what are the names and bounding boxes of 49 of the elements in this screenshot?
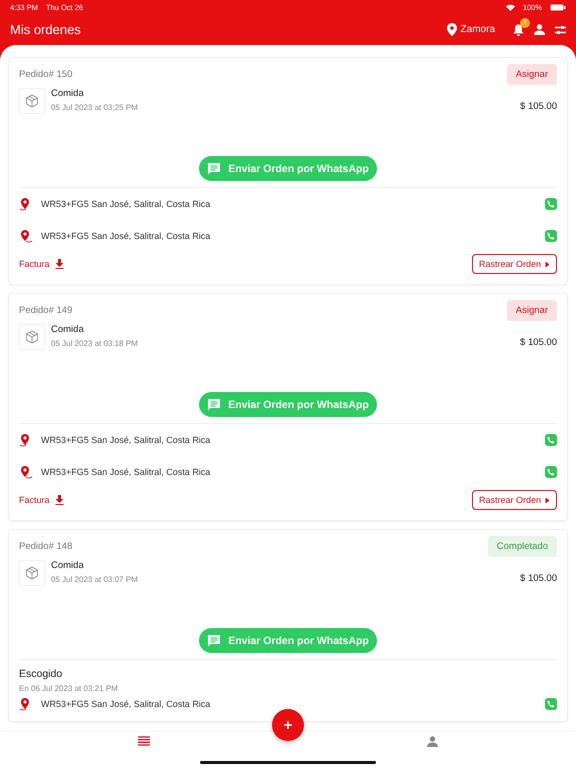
download-icon bbox=[54, 495, 64, 505]
item-name: Comida bbox=[51, 324, 85, 335]
user-icon[interactable] bbox=[534, 24, 545, 35]
address-text: WR53+FG5 San José, Salitral, Costa Rica bbox=[41, 699, 212, 709]
order-price: $ 105.00 bbox=[520, 573, 557, 584]
plus-icon bbox=[283, 720, 293, 730]
battery-icon bbox=[550, 4, 566, 10]
status-badge[interactable]: Asignar bbox=[506, 300, 557, 321]
wifi-icon bbox=[506, 4, 515, 10]
chat-icon bbox=[207, 162, 222, 175]
address-text: WR53+FG5 San José, Salitral, Costa Rica bbox=[41, 199, 212, 209]
location-label[interactable]: Zamora bbox=[460, 24, 495, 35]
track-order-button[interactable]: Rastrear Orden bbox=[472, 254, 557, 274]
page-title: Mis ordenes bbox=[10, 22, 82, 37]
package-icon bbox=[19, 88, 45, 114]
item-name: Comida bbox=[51, 560, 85, 571]
order-number: Pedido# 148 bbox=[19, 541, 72, 552]
package-icon bbox=[19, 560, 45, 586]
filter-icon[interactable] bbox=[555, 24, 566, 34]
track-order-button[interactable]: Rastrear Orden bbox=[472, 490, 557, 510]
order-price: $ 105.00 bbox=[520, 337, 557, 348]
caret-icon bbox=[545, 496, 550, 504]
picked-date: En 06 Jul 2023 at 03:21 PM bbox=[19, 684, 119, 693]
map-pin-icon bbox=[19, 229, 33, 243]
order-date: 05 Jul 2023 at 03:07 PM bbox=[51, 575, 139, 584]
address-text: WR53+FG5 San José, Salitral, Costa Rica bbox=[41, 467, 212, 477]
package-icon bbox=[19, 324, 45, 350]
address-text: WR53+FG5 San José, Salitral, Costa Rica bbox=[41, 231, 212, 241]
order-date: 05 Jul 2023 at 03:25 PM bbox=[51, 103, 139, 112]
download-icon bbox=[54, 259, 64, 269]
location-pin-icon[interactable] bbox=[446, 23, 457, 36]
order-number: Pedido# 149 bbox=[19, 305, 72, 316]
order-date: 05 Jul 2023 at 03:18 PM bbox=[51, 339, 139, 348]
item-name: Comida bbox=[51, 88, 85, 99]
picked-title: Escogido bbox=[19, 668, 64, 680]
invoice-link[interactable]: Factura bbox=[19, 495, 64, 505]
invoice-link[interactable]: Factura bbox=[19, 259, 64, 269]
status-badge: Completado bbox=[488, 536, 557, 557]
notification-bell-icon[interactable] bbox=[513, 24, 524, 36]
profile-nav-icon[interactable] bbox=[424, 734, 440, 749]
order-number: Pedido# 150 bbox=[19, 69, 72, 80]
list-nav-icon[interactable] bbox=[136, 734, 152, 748]
chat-icon bbox=[207, 398, 222, 411]
order-price: $ 105.00 bbox=[520, 101, 557, 112]
status-badge[interactable]: Asignar bbox=[506, 64, 557, 85]
address-text: WR53+FG5 San José, Salitral, Costa Rica bbox=[41, 435, 212, 445]
map-pin-icon bbox=[19, 465, 33, 479]
caret-icon bbox=[545, 260, 550, 268]
chat-icon bbox=[207, 634, 222, 647]
